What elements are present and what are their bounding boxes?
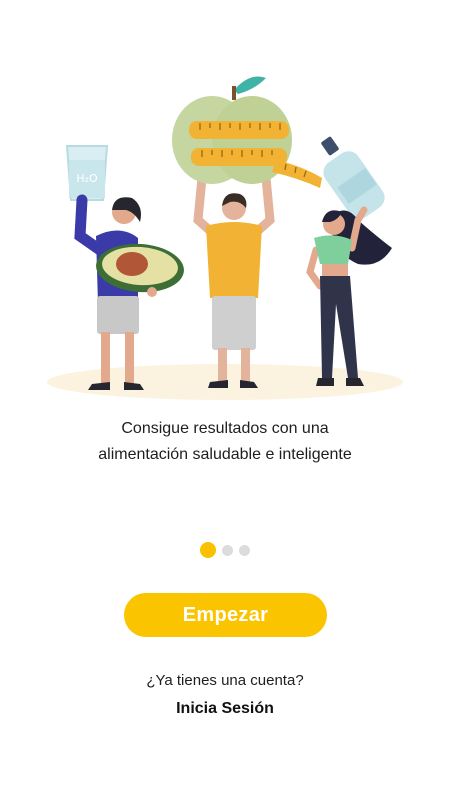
water-bottle-icon: [321, 136, 385, 219]
svg-text:H₂O: H₂O: [76, 172, 98, 185]
page-dot-3[interactable]: [239, 544, 250, 556]
caption-line-1: Consigue resultados con una: [121, 420, 329, 437]
start-button[interactable]: Empezar: [124, 593, 327, 637]
page-dot-2[interactable]: [222, 544, 233, 556]
onboarding-screen: H₂O Consigue resultados con una alimenta…: [0, 0, 450, 800]
page-dot-1-active[interactable]: [200, 542, 216, 558]
account-question-text: ¿Ya tienes una cuenta?: [146, 672, 304, 689]
login-link[interactable]: Inicia Sesión: [0, 700, 450, 718]
onboarding-caption: Consigue resultados con una alimentación…: [40, 416, 410, 468]
center-person: [172, 76, 322, 388]
apple-icon: [172, 76, 322, 188]
right-person: [306, 136, 392, 386]
people-healthy-food-illustration: H₂O: [47, 76, 403, 400]
left-person: H₂O: [65, 145, 184, 390]
page-indicator: [0, 542, 450, 558]
caption-line-2: alimentación saludable e inteligente: [98, 446, 352, 463]
water-glass-icon: H₂O: [65, 145, 109, 201]
